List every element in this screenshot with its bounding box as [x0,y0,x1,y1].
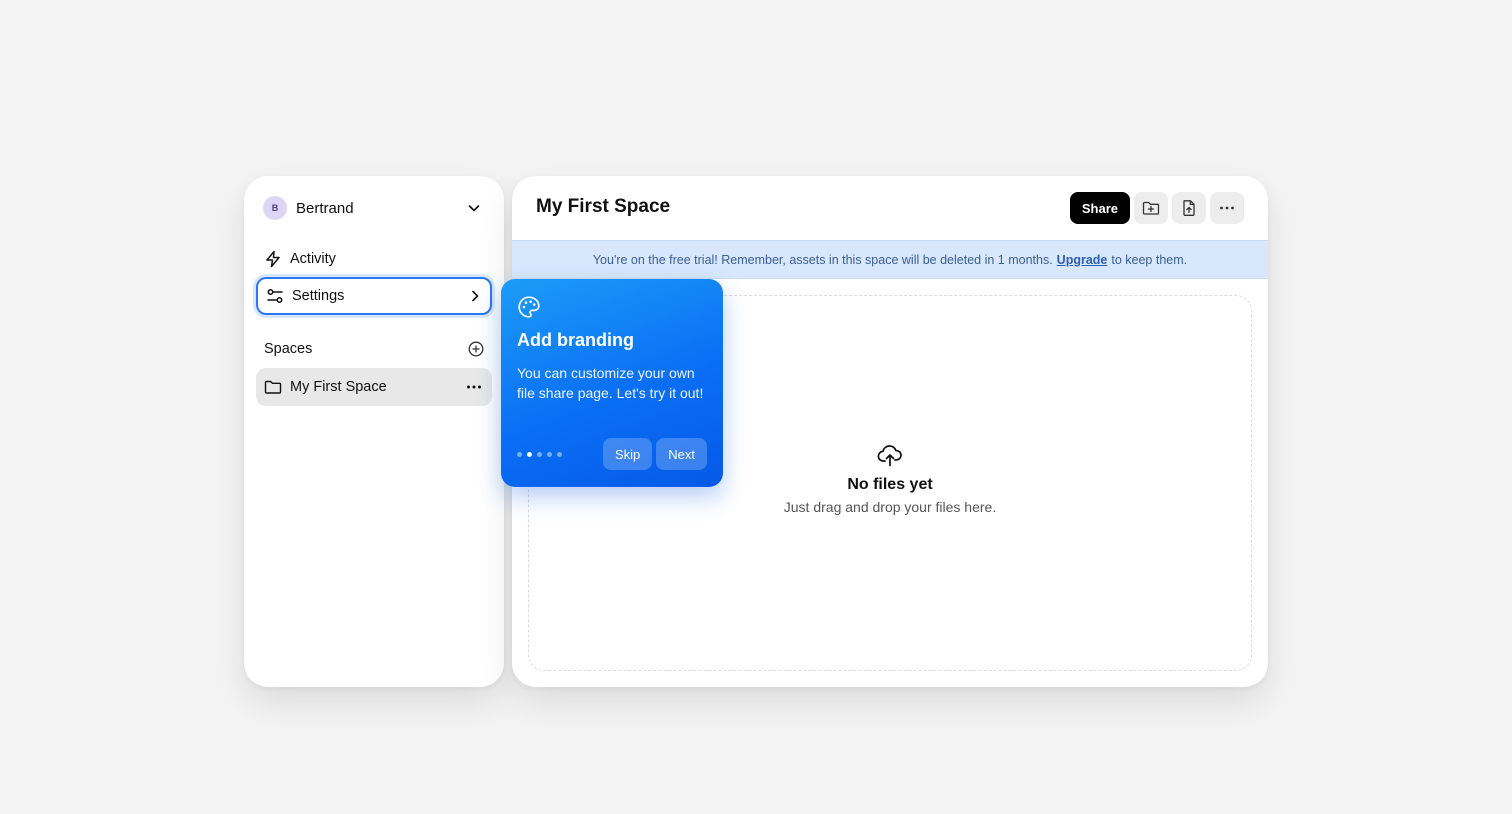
step-dot [547,452,552,457]
folder-plus-icon [1142,199,1160,217]
sidebar-item-activity[interactable]: Activity [256,240,492,278]
sidebar-item-settings[interactable]: Settings [256,277,492,315]
toolbar: Share [1069,192,1244,224]
lightning-icon [264,250,282,268]
chevron-right-icon [468,289,482,303]
space-item[interactable]: My First Space [256,368,492,406]
banner-text-after: to keep them. [1111,252,1188,267]
cloud-upload-icon [877,444,903,468]
onboarding-popover: Add branding You can customize your own … [501,279,723,487]
page-title: My First Space [536,196,671,217]
sidebar: B Bertrand Activity Settings Spaces My F… [244,176,504,687]
sliders-icon [266,287,284,305]
more-options-icon [1219,205,1235,211]
next-button[interactable]: Next [656,438,707,470]
sidebar-item-label: Activity [290,251,336,267]
avatar: B [263,196,287,220]
popover-text: You can customize your own file share pa… [517,365,704,401]
chevron-down-icon[interactable] [466,200,482,216]
step-dot [517,452,522,457]
banner-text: You're on the free trial! Remember, asse… [592,252,1053,267]
trial-banner: You're on the free trial! Remember, asse… [512,240,1268,279]
spaces-header: Spaces [264,338,484,360]
more-actions-button[interactable] [1210,192,1244,224]
upgrade-link[interactable]: Upgrade [1057,253,1108,267]
step-dot [537,452,542,457]
spaces-heading: Spaces [264,341,313,357]
file-upload-icon [1180,199,1198,217]
user-name: Bertrand [296,199,354,217]
step-indicator [517,452,562,457]
skip-button[interactable]: Skip [602,438,653,470]
palette-icon [517,295,541,319]
sidebar-item-label: Settings [292,288,345,304]
folder-icon [264,378,282,396]
space-item-label: My First Space [290,379,387,395]
popover-actions: Skip Next [602,438,707,470]
empty-subtitle: Just drag and drop your files here. [783,499,997,515]
add-space-icon[interactable] [468,341,484,357]
step-dot-active [527,452,532,457]
share-button[interactable]: Share [1069,192,1130,224]
new-folder-button[interactable] [1134,192,1168,224]
more-options-icon[interactable] [466,384,482,390]
empty-title: No files yet [847,476,933,493]
account-switcher[interactable]: B Bertrand [262,195,486,221]
step-dot [557,452,562,457]
upload-file-button[interactable] [1172,192,1206,224]
popover-title: Add branding [517,330,634,350]
